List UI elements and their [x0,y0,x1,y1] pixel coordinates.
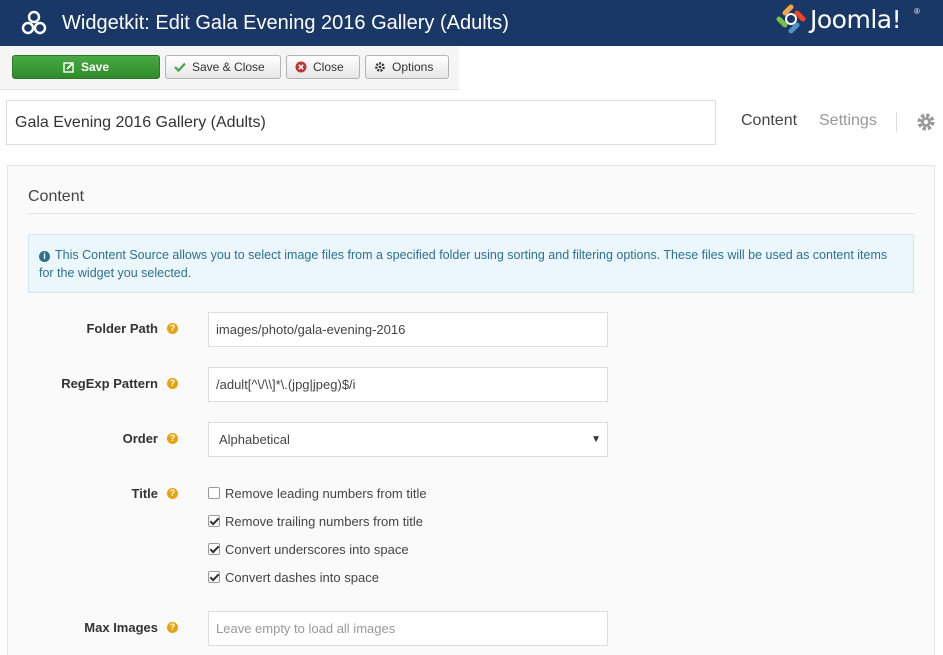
order-selected-value: Alphabetical [219,432,290,447]
regexp-label-group: RegExp Pattern ? [28,376,178,396]
settings-gear-icon[interactable] [916,112,936,132]
checkbox[interactable] [208,515,220,527]
info-text: This Content Source allows you to select… [39,248,888,280]
caret-down-icon: ▼ [591,434,601,445]
help-icon[interactable]: ? [167,488,178,499]
max-images-input[interactable] [208,611,608,646]
content-panel: Content i This Content Source allows you … [7,165,935,655]
tab-content[interactable]: Content [741,112,797,130]
header-bar: Widgetkit: Edit Gala Evening 2016 Galler… [0,0,943,46]
folder-path-input[interactable] [208,312,608,347]
checkbox[interactable] [208,543,220,555]
page-title: Widgetkit: Edit Gala Evening 2016 Galler… [62,12,509,34]
info-alert: i This Content Source allows you to selec… [28,234,914,293]
options-button[interactable]: Options [365,55,449,79]
tab-settings[interactable]: Settings [819,112,877,130]
regexp-label: RegExp Pattern [61,376,158,391]
order-label-group: Order ? [28,431,178,451]
gear-icon [375,62,385,72]
save-label: Save [81,60,110,74]
checkbox-label: Convert dashes into space [225,569,379,585]
cancel-icon [295,61,307,73]
widgetkit-icon [21,10,47,35]
save-close-button[interactable]: Save & Close [165,55,281,79]
toolbar: Save Save & Close Close Options [0,46,459,90]
max-images-label-group: Max Images ? [28,620,178,640]
help-icon[interactable]: ? [167,622,178,633]
tab-divider [896,112,897,132]
title-options-label-group: Title ? [28,486,178,506]
info-icon: i [39,251,50,262]
help-icon[interactable]: ? [167,378,178,389]
joomla-brand: Joomla! ® [776,4,926,38]
save-close-label: Save & Close [192,60,265,74]
registered-mark: ® [914,7,920,16]
checkbox-label: Remove leading numbers from title [225,485,427,501]
save-button[interactable]: Save [12,55,160,79]
help-icon[interactable]: ? [167,433,178,444]
joomla-logo-icon [776,4,806,34]
close-button[interactable]: Close [286,55,360,79]
checkbox[interactable] [208,571,220,583]
remove-leading-numbers-option[interactable]: Remove leading numbers from title [208,484,427,502]
panel-heading: Content [28,188,85,205]
options-label: Options [392,60,434,74]
remove-trailing-numbers-option[interactable]: Remove trailing numbers from title [208,512,423,530]
close-label: Close [313,60,344,74]
folder-path-label-group: Folder Path ? [28,321,178,341]
edit-icon [63,62,74,73]
title-options-label: Title [131,486,159,501]
checkbox[interactable] [208,487,220,499]
convert-dashes-option[interactable]: Convert dashes into space [208,568,379,586]
joomla-wordmark: Joomla! [810,5,902,34]
divider [28,213,915,214]
help-icon[interactable]: ? [167,323,178,334]
max-images-label: Max Images [84,620,158,635]
check-icon [174,62,186,73]
item-title-input[interactable] [6,100,716,145]
convert-underscores-option[interactable]: Convert underscores into space [208,540,409,558]
order-select[interactable]: Alphabetical ▼ [208,422,608,457]
regexp-input[interactable] [208,367,608,402]
checkbox-label: Convert underscores into space [225,541,409,557]
checkbox-label: Remove trailing numbers from title [225,513,423,529]
folder-path-label: Folder Path [86,321,158,336]
order-label: Order [122,431,158,446]
